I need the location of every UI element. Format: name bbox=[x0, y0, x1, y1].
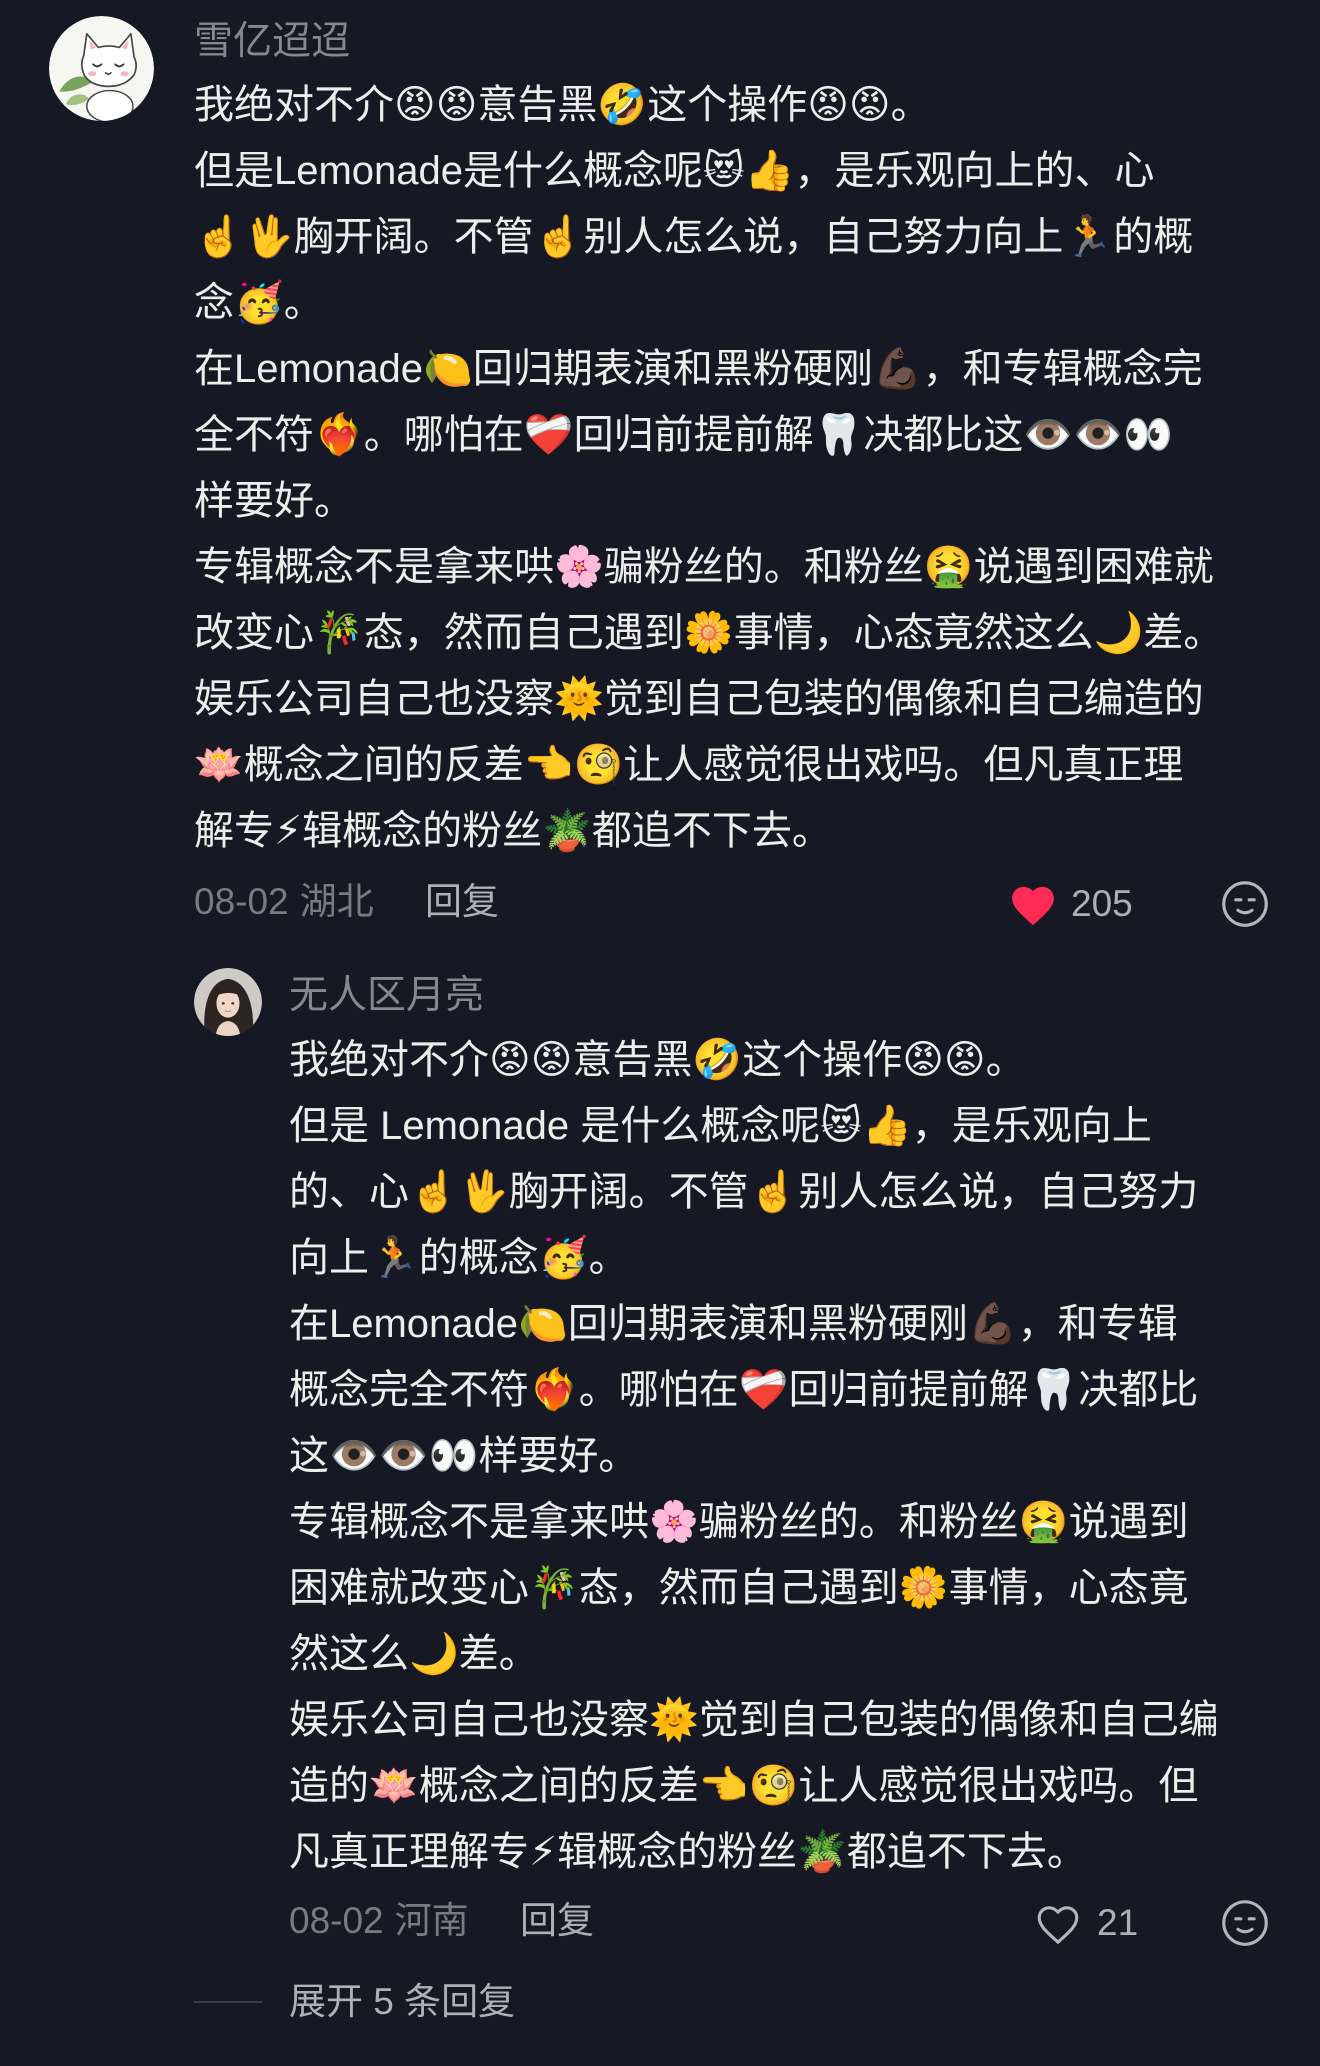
girl-avatar-image bbox=[194, 968, 262, 1036]
comment-username[interactable]: 雪亿迢迢 bbox=[194, 12, 350, 72]
reply-text-line: 娱乐公司自己也没察🌞觉到自己包装的偶像和自己编 bbox=[289, 1698, 1219, 1742]
reply-text-line: 然这么🌙差。 bbox=[289, 1632, 539, 1676]
comment-text-line: 解专⚡辑概念的粉丝🪴都追不下去。 bbox=[194, 809, 832, 853]
reply-location: 河南 bbox=[394, 1900, 469, 1941]
reply-text-line: 向上🏃的概念🥳。 bbox=[289, 1236, 629, 1280]
comment-text-line: 在Lemonade🍋回归期表演和黑粉硬刚💪🏿，和专辑概念完 bbox=[194, 347, 1203, 391]
reply-button[interactable]: 回复 bbox=[425, 877, 499, 927]
comment-meta: 08-02 湖北 bbox=[194, 877, 374, 927]
comment-text-line: 专辑概念不是拿来哄🌸骗粉丝的。和粉丝🤮说遇到困难就 bbox=[194, 545, 1214, 589]
heart-filled-icon[interactable] bbox=[1008, 881, 1058, 927]
reply-text[interactable]: 我绝对不介😡😡意告黑🤣这个操作😡😡。 但是 Lemonade 是什么概念呢😻👍，… bbox=[289, 1027, 1304, 1885]
comment-text-line: 我绝对不介😡😡意告黑🤣这个操作😡😡。 bbox=[194, 83, 931, 127]
comment-text-line: 念🥳。 bbox=[194, 281, 324, 325]
comment-date: 08-02 bbox=[194, 881, 289, 922]
reply-meta: 08-02 河南 bbox=[289, 1896, 469, 1946]
like-count: 21 bbox=[1097, 1902, 1139, 1943]
reply-text-line: 的、心☝️🖖胸开阔。不管☝️别人怎么说，自己努力 bbox=[289, 1170, 1199, 1214]
reply-avatar[interactable] bbox=[194, 968, 262, 1036]
reply-text-line: 专辑概念不是拿来哄🌸骗粉丝的。和粉丝🤮说遇到 bbox=[289, 1500, 1189, 1544]
cat-avatar-image bbox=[49, 16, 154, 121]
comment-text-line: 改变心🎋态，然而自己遇到🌼事情，心态竟然这么🌙差。 bbox=[194, 611, 1224, 655]
like-button[interactable]: 21 bbox=[1033, 1897, 1138, 1949]
comment-text-line: ☝️🖖胸开阔。不管☝️别人怎么说，自己努力向上🏃的概 bbox=[194, 215, 1194, 259]
reply-text-line: 这👁️👁️👀样要好。 bbox=[289, 1434, 639, 1478]
comment-thread: 雪亿迢迢 我绝对不介😡😡意告黑🤣这个操作😡😡。 但是Lemonade是什么概念呢… bbox=[0, 0, 1320, 2066]
thread-divider bbox=[194, 2001, 262, 2003]
expand-replies-button[interactable]: 展开 5 条回复 bbox=[289, 1977, 515, 2027]
reply-button[interactable]: 回复 bbox=[520, 1896, 594, 1946]
reply-text-line: 凡真正理解专⚡辑概念的粉丝🪴都追不下去。 bbox=[289, 1830, 1087, 1874]
reply-text-line: 困难就改变心🎋态，然而自己遇到🌼事情，心态竟 bbox=[289, 1566, 1189, 1610]
emoji-reaction-icon[interactable] bbox=[1220, 879, 1270, 929]
reply-text-line: 在Lemonade🍋回归期表演和黑粉硬刚💪🏿，和专辑 bbox=[289, 1302, 1178, 1346]
comment-text-line: 但是Lemonade是什么概念呢😻👍，是乐观向上的、心 bbox=[194, 149, 1155, 193]
comment-avatar[interactable] bbox=[49, 16, 154, 121]
comment-location: 湖北 bbox=[299, 881, 374, 922]
reply-username[interactable]: 无人区月亮 bbox=[289, 966, 484, 1026]
like-count: 205 bbox=[1071, 883, 1133, 924]
reply-text-line: 但是 Lemonade 是什么概念呢😻👍，是乐观向上 bbox=[289, 1104, 1152, 1148]
comment-text-line: 🪷概念之间的反差👈🧐让人感觉很出戏吗。但凡真正理 bbox=[194, 743, 1184, 787]
comment-text-line: 样要好。 bbox=[194, 479, 354, 523]
comment-text-line: 娱乐公司自己也没察🌞觉到自己包装的偶像和自己编造的 bbox=[194, 677, 1204, 721]
comment-text-line: 全不符❤️‍🔥。哪怕在❤️‍🩹回归前提前解🦷决都比这👁️👁️👀 bbox=[194, 413, 1173, 457]
comment-text[interactable]: 我绝对不介😡😡意告黑🤣这个操作😡😡。 但是Lemonade是什么概念呢😻👍，是乐… bbox=[194, 72, 1304, 864]
reply-text-line: 我绝对不介😡😡意告黑🤣这个操作😡😡。 bbox=[289, 1038, 1026, 1082]
emoji-reaction-icon[interactable] bbox=[1220, 1898, 1270, 1948]
like-button[interactable]: 205 bbox=[1008, 878, 1133, 930]
reply-date: 08-02 bbox=[289, 1900, 384, 1941]
reply-text-line: 概念完全不符❤️‍🔥。哪怕在❤️‍🩹回归前提前解🦷决都比 bbox=[289, 1368, 1199, 1412]
reply-text-line: 造的🪷概念之间的反差👈🧐让人感觉很出戏吗。但 bbox=[289, 1764, 1199, 1808]
heart-outline-icon[interactable] bbox=[1033, 1900, 1083, 1946]
